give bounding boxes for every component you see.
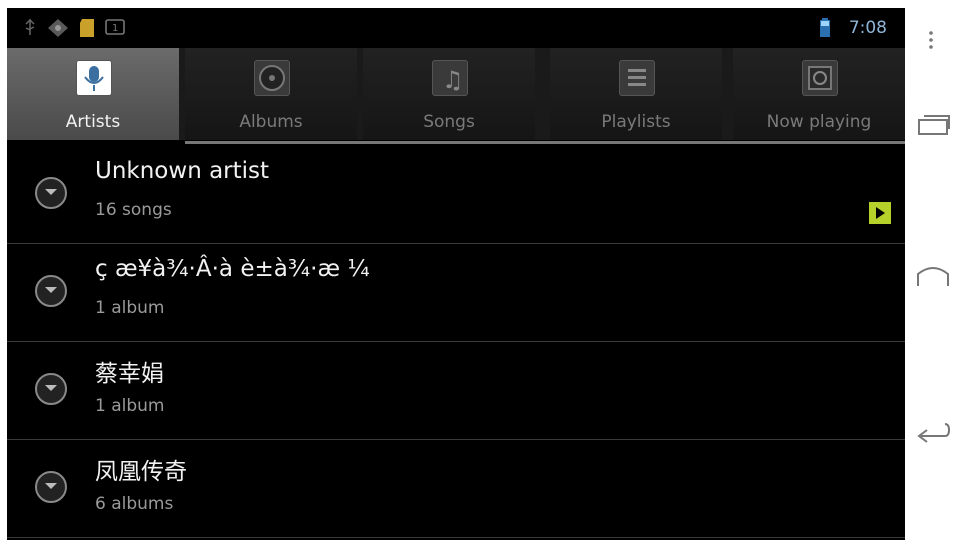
tab-albums[interactable]: Albums: [185, 48, 357, 140]
tab-label: Songs: [423, 112, 475, 132]
microphone-icon: [76, 60, 112, 96]
expand-icon[interactable]: [35, 471, 67, 503]
notification-icon: 1: [105, 19, 125, 35]
tab-label: Artists: [65, 112, 121, 132]
tab-label: Playlists: [601, 112, 671, 132]
svg-text:♫: ♫: [442, 66, 464, 94]
artist-list: Unknown artist 16 songs ç æ¥à¾·Â·à è±à¾·…: [7, 146, 905, 538]
tab-now-playing[interactable]: Now playing: [733, 48, 905, 140]
tab-label: Now playing: [766, 112, 872, 132]
disc-icon: [254, 60, 290, 96]
debug-icon: [48, 19, 68, 37]
artist-name: ç æ¥à¾·Â·à è±à¾·æ ¼: [95, 256, 370, 282]
now-playing-icon: [802, 60, 838, 96]
battery-icon: [820, 18, 830, 37]
usb-icon: [25, 18, 35, 35]
menu-icon[interactable]: [927, 30, 935, 50]
svg-text:1: 1: [112, 23, 118, 34]
expand-icon[interactable]: [35, 177, 67, 209]
list-item[interactable]: ç æ¥à¾·Â·à è±à¾·æ ¼ 1 album: [7, 244, 905, 342]
list-item[interactable]: Unknown artist 16 songs: [7, 146, 905, 244]
playlist-icon: [619, 60, 655, 96]
artist-name: 凤凰传奇: [95, 459, 187, 485]
music-note-icon: ♫: [432, 60, 468, 96]
tab-bar: Artists Albums ♫ Songs Playlists Now pla…: [7, 48, 905, 146]
now-playing-indicator-icon: [869, 202, 891, 224]
artist-count: 1 album: [95, 396, 165, 416]
tab-label: Albums: [239, 112, 303, 132]
recent-apps-icon[interactable]: [915, 112, 951, 140]
sd-card-icon: [80, 19, 94, 37]
tab-songs[interactable]: ♫ Songs: [363, 48, 535, 140]
home-icon[interactable]: [915, 262, 951, 290]
tab-artists[interactable]: Artists: [7, 48, 179, 140]
music-app-screen: 1 7:08 Artists Albums ♫ Songs Playlists …: [7, 8, 905, 540]
status-clock: 7:08: [848, 18, 887, 38]
expand-icon[interactable]: [35, 373, 67, 405]
status-bar: 1 7:08: [7, 8, 905, 48]
artist-name: 蔡幸娟: [95, 361, 164, 387]
artist-name: Unknown artist: [95, 158, 270, 184]
artist-count: 16 songs: [95, 200, 172, 220]
back-icon[interactable]: [915, 416, 951, 444]
system-nav-bar: [905, 0, 957, 548]
list-item[interactable]: 凤凰传奇 6 albums: [7, 440, 905, 538]
tab-playlists[interactable]: Playlists: [550, 48, 722, 140]
artist-count: 6 albums: [95, 494, 174, 514]
expand-icon[interactable]: [35, 275, 67, 307]
artist-count: 1 album: [95, 298, 165, 318]
list-item[interactable]: 蔡幸娟 1 album: [7, 342, 905, 440]
